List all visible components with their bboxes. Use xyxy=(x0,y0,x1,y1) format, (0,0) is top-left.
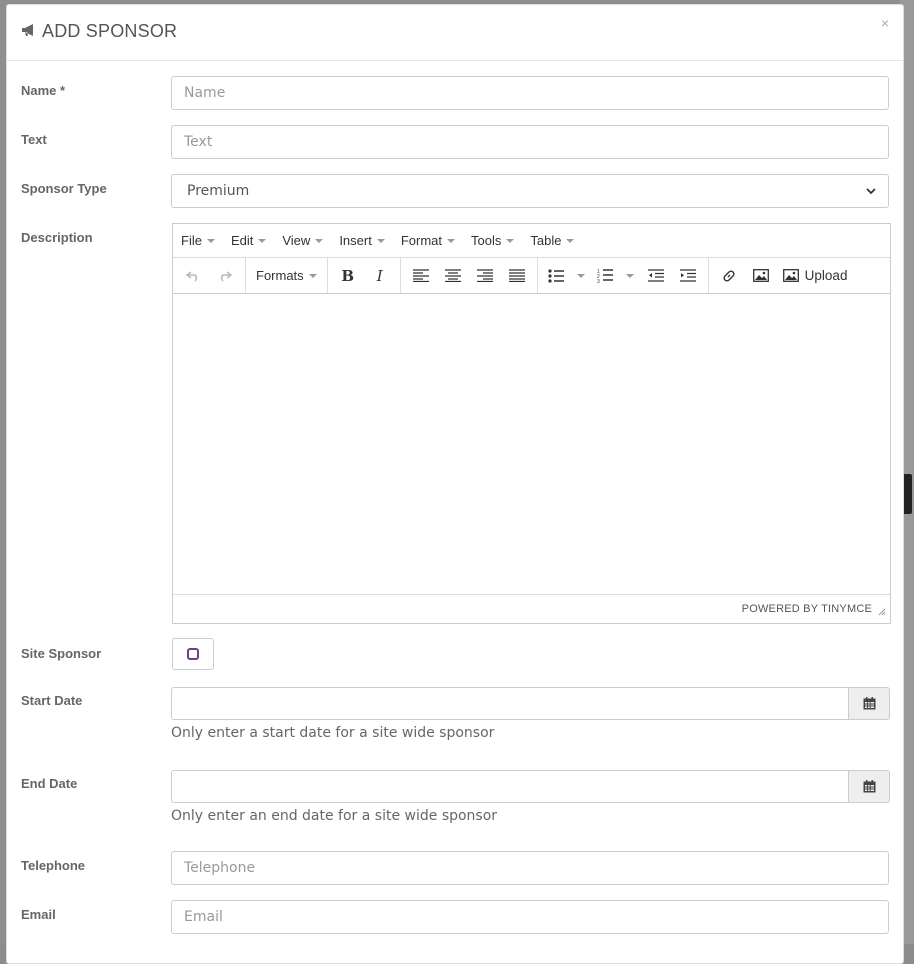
modal-header: ADD SPONSOR × xyxy=(7,5,903,61)
menu-file[interactable]: File xyxy=(181,233,215,248)
align-center-icon[interactable] xyxy=(437,262,469,290)
end-date-help: Only enter an end date for a site wide s… xyxy=(171,808,498,824)
editor-toolbar: Formats B I 1 2 3 Upload xyxy=(173,258,890,294)
sponsor-type-label: Sponsor Type xyxy=(21,181,107,196)
outdent-icon[interactable] xyxy=(640,262,672,290)
start-date-help: Only enter a start date for a site wide … xyxy=(171,725,495,741)
align-justify-icon[interactable] xyxy=(501,262,533,290)
bold-icon[interactable]: B xyxy=(332,262,364,290)
end-date-input[interactable] xyxy=(171,770,849,803)
editor-menubar: File Edit View Insert Format Tools Table xyxy=(173,224,890,258)
upload-image-icon xyxy=(782,269,799,282)
start-date-input[interactable] xyxy=(171,687,849,720)
site-sponsor-toggle[interactable] xyxy=(172,638,214,670)
email-label: Email xyxy=(21,907,56,922)
bullet-list-icon[interactable] xyxy=(542,262,591,290)
modal-title-text: ADD SPONSOR xyxy=(42,21,178,41)
text-label: Text xyxy=(21,132,47,147)
redo-icon[interactable] xyxy=(209,262,241,290)
site-sponsor-label: Site Sponsor xyxy=(21,646,102,661)
menu-edit[interactable]: Edit xyxy=(231,233,267,248)
align-left-icon[interactable] xyxy=(405,262,437,290)
modal-title: ADD SPONSOR xyxy=(21,21,177,42)
description-label: Description xyxy=(21,230,93,245)
menu-format[interactable]: Format xyxy=(401,233,455,248)
calendar-icon xyxy=(863,780,875,793)
link-icon[interactable] xyxy=(713,262,745,290)
chevron-down-icon xyxy=(866,185,876,198)
end-date-label: End Date xyxy=(21,776,78,791)
menu-table[interactable]: Table xyxy=(530,233,575,248)
image-icon[interactable] xyxy=(745,262,777,290)
calendar-icon xyxy=(863,697,875,710)
upload-button[interactable]: Upload xyxy=(777,262,854,290)
editor-content-area[interactable] xyxy=(173,294,890,594)
svg-text:3: 3 xyxy=(597,279,600,283)
menu-view[interactable]: View xyxy=(282,233,324,248)
powered-by-text: POWERED BY TINYMCE xyxy=(741,603,872,615)
sponsor-type-select[interactable]: Premium xyxy=(171,174,889,208)
align-right-icon[interactable] xyxy=(469,262,501,290)
text-input[interactable]: Text xyxy=(171,125,889,159)
name-label: Name * xyxy=(21,83,66,98)
end-date-calendar-button[interactable] xyxy=(848,770,890,803)
editor-statusbar: POWERED BY TINYMCE xyxy=(173,594,890,623)
site-sponsor-checkbox[interactable] xyxy=(187,648,199,660)
menu-insert[interactable]: Insert xyxy=(339,233,385,248)
italic-icon[interactable]: I xyxy=(364,262,396,290)
numbered-list-icon[interactable]: 123 xyxy=(591,262,640,290)
formats-dropdown[interactable]: Formats xyxy=(250,262,323,290)
resize-handle-icon[interactable] xyxy=(878,607,886,619)
indent-icon[interactable] xyxy=(672,262,704,290)
start-date-label: Start Date xyxy=(21,693,83,708)
bullhorn-icon xyxy=(21,21,37,42)
description-editor: File Edit View Insert Format Tools Table… xyxy=(172,223,891,624)
add-sponsor-modal: ADD SPONSOR × Name * Name Text Text Spon… xyxy=(6,4,904,964)
name-input[interactable]: Name xyxy=(171,76,889,110)
menu-tools[interactable]: Tools xyxy=(471,233,515,248)
start-date-calendar-button[interactable] xyxy=(848,687,890,720)
email-input[interactable]: Email xyxy=(171,900,889,934)
sponsor-type-value: Premium xyxy=(187,183,250,199)
telephone-label: Telephone xyxy=(21,858,86,873)
undo-icon[interactable] xyxy=(177,262,209,290)
telephone-input[interactable]: Telephone xyxy=(171,851,889,885)
close-button[interactable]: × xyxy=(881,15,889,31)
